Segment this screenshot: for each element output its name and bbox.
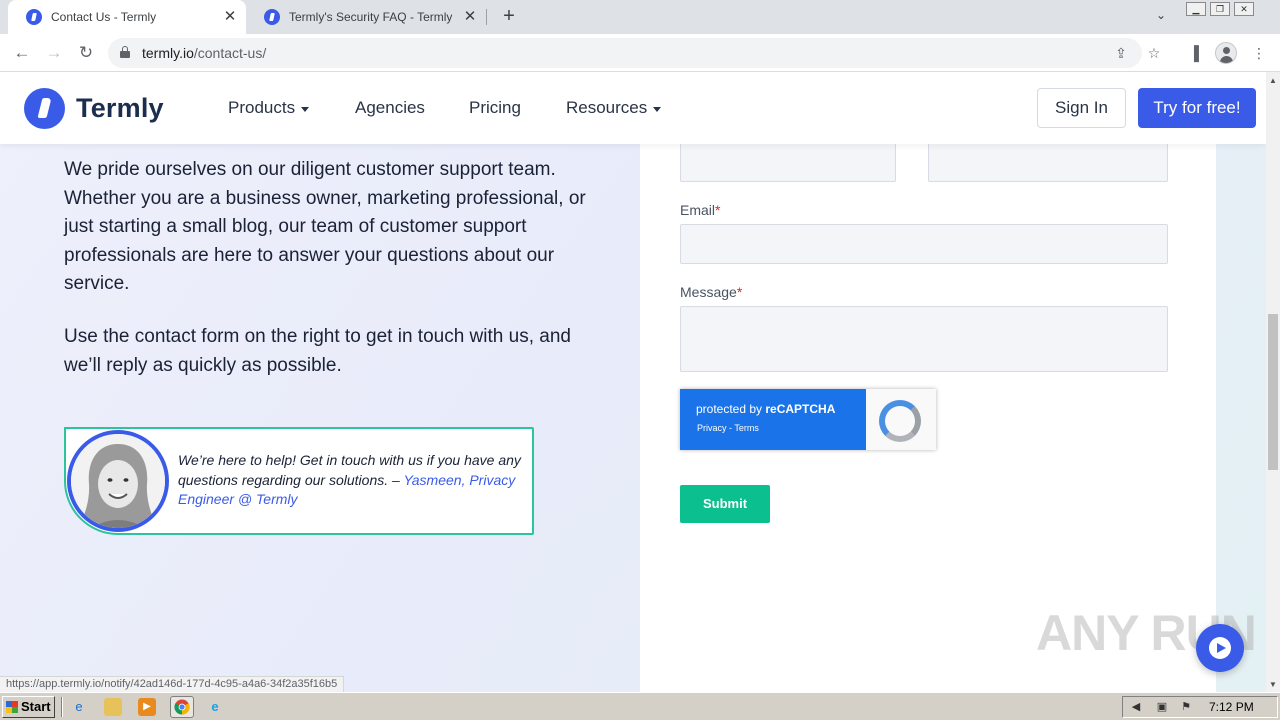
chevron-down-icon <box>301 106 310 112</box>
submit-button[interactable]: Submit <box>680 485 770 523</box>
windows-taskbar: Start e ▶ e ◀ ▣ ⚑ 7:12 PM <box>0 692 1280 720</box>
tab-divider <box>486 9 487 25</box>
minimize-icon[interactable]: ▁ <box>1186 2 1206 16</box>
tab-contact-us[interactable]: Contact Us - Termly ✕ <box>8 0 246 34</box>
person-portrait-icon <box>71 434 165 528</box>
close-window-icon[interactable]: ✕ <box>1234 2 1254 16</box>
site-header: Termly Products Agencies Pricing Resourc… <box>0 72 1266 144</box>
internet-explorer-icon[interactable]: e <box>70 698 88 716</box>
system-tray: ◀ ▣ ⚑ 7:12 PM <box>1122 696 1278 718</box>
message-textarea[interactable] <box>680 306 1168 372</box>
first-name-field[interactable] <box>680 140 896 182</box>
email-label: Email* <box>680 202 721 218</box>
forward-arrow-icon[interactable]: → <box>42 42 66 64</box>
nav-agencies[interactable]: Agencies <box>355 98 425 118</box>
tab-title: Contact Us - Termly <box>51 10 157 24</box>
tab-search-chevron-icon[interactable]: ⌄ <box>1152 8 1170 26</box>
close-tab-icon[interactable]: ✕ <box>462 9 478 25</box>
share-icon[interactable]: ⇪ <box>1112 44 1130 62</box>
scroll-up-arrow-icon[interactable]: ▲ <box>1269 76 1277 85</box>
side-panel-icon[interactable]: ▐ <box>1184 43 1204 63</box>
nav-products[interactable]: Products <box>228 98 310 118</box>
folder-icon[interactable] <box>104 698 122 716</box>
tab-title: Termly's Security FAQ - Termly <box>289 10 453 24</box>
testimonial-quote: We’re here to help! Get in touch with us… <box>178 451 523 510</box>
recaptcha-badge[interactable]: protected by reCAPTCHA Privacy - Terms <box>680 389 936 450</box>
nav-pricing-label: Pricing <box>469 98 521 117</box>
email-field[interactable] <box>680 224 1168 264</box>
browser-tab-strip: Contact Us - Termly ✕ Termly's Security … <box>0 0 1280 34</box>
page-viewport: Termly Products Agencies Pricing Resourc… <box>0 72 1266 692</box>
recaptcha-panel: protected by reCAPTCHA Privacy - Terms <box>680 389 866 450</box>
scroll-down-arrow-icon[interactable]: ▼ <box>1269 680 1277 689</box>
tab-security-faq[interactable]: Termly's Security FAQ - Termly ✕ <box>246 0 486 34</box>
termly-favicon-icon <box>26 9 42 25</box>
restore-icon[interactable]: ❐ <box>1210 2 1230 16</box>
media-player-icon[interactable]: ▶ <box>138 698 156 716</box>
address-bar[interactable]: termly.io/contact-us/ ⇪ ☆ <box>108 38 1160 68</box>
nav-resources[interactable]: Resources <box>566 98 662 118</box>
nav-products-label: Products <box>228 98 296 117</box>
taskbar-clock: 7:12 PM <box>1209 700 1254 714</box>
profile-avatar-icon[interactable] <box>1215 42 1237 64</box>
scroll-thumb[interactable] <box>1268 314 1278 470</box>
edge-icon[interactable]: e <box>206 698 224 716</box>
reload-icon[interactable]: ↻ <box>74 42 98 64</box>
logo-text[interactable]: Termly <box>76 93 164 124</box>
chrome-icon <box>174 699 190 715</box>
chevron-down-icon <box>653 106 662 112</box>
chrome-taskbar-button[interactable] <box>170 696 194 718</box>
network-icon[interactable]: ▣ <box>1155 700 1169 714</box>
contact-form-hint-text: Use the contact form on the right to get… <box>64 326 571 376</box>
avatar <box>67 430 169 532</box>
testimonial-card: We’re here to help! Get in touch with us… <box>64 427 534 535</box>
browser-toolbar: ← → ↻ termly.io/contact-us/ ⇪ ☆ ▐ ⋮ <box>0 34 1280 72</box>
start-button[interactable]: Start <box>2 696 55 718</box>
sign-in-button[interactable]: Sign In <box>1037 88 1126 128</box>
try-for-free-button[interactable]: Try for free! <box>1138 88 1256 128</box>
last-name-field[interactable] <box>928 140 1168 182</box>
address-url[interactable]: termly.io/contact-us/ <box>142 45 266 61</box>
lock-icon[interactable] <box>120 46 130 58</box>
chat-launcher-icon[interactable] <box>1196 624 1244 672</box>
support-intro-text: We pride ourselves on our diligent custo… <box>64 159 586 294</box>
nav-resources-label: Resources <box>566 98 648 117</box>
link-status-bar: https://app.termly.io/notify/42ad146d-17… <box>0 676 345 692</box>
close-tab-icon[interactable]: ✕ <box>222 9 238 25</box>
back-arrow-icon[interactable]: ← <box>10 42 34 64</box>
recaptcha-logo-icon <box>879 400 921 442</box>
nav-pricing[interactable]: Pricing <box>469 98 521 118</box>
termly-favicon-icon <box>264 9 280 25</box>
page-scrollbar[interactable]: ▲ ▼ <box>1266 72 1280 692</box>
window-controls: ▁ ❐ ✕ <box>1186 2 1254 16</box>
recaptcha-privacy-terms-links[interactable]: Privacy - Terms <box>697 423 759 433</box>
termly-logo-icon[interactable] <box>24 88 65 129</box>
new-tab-button[interactable]: + <box>498 6 520 28</box>
nav-agencies-label: Agencies <box>355 98 425 117</box>
volume-icon[interactable]: ◀ <box>1129 700 1143 714</box>
taskbar-divider <box>61 697 63 717</box>
recaptcha-protected-text: protected by reCAPTCHA <box>696 402 836 416</box>
bookmark-star-icon[interactable]: ☆ <box>1145 44 1163 62</box>
menu-kebab-icon[interactable]: ⋮ <box>1249 43 1269 63</box>
message-label: Message* <box>680 284 743 300</box>
flag-icon[interactable]: ⚑ <box>1179 700 1193 714</box>
